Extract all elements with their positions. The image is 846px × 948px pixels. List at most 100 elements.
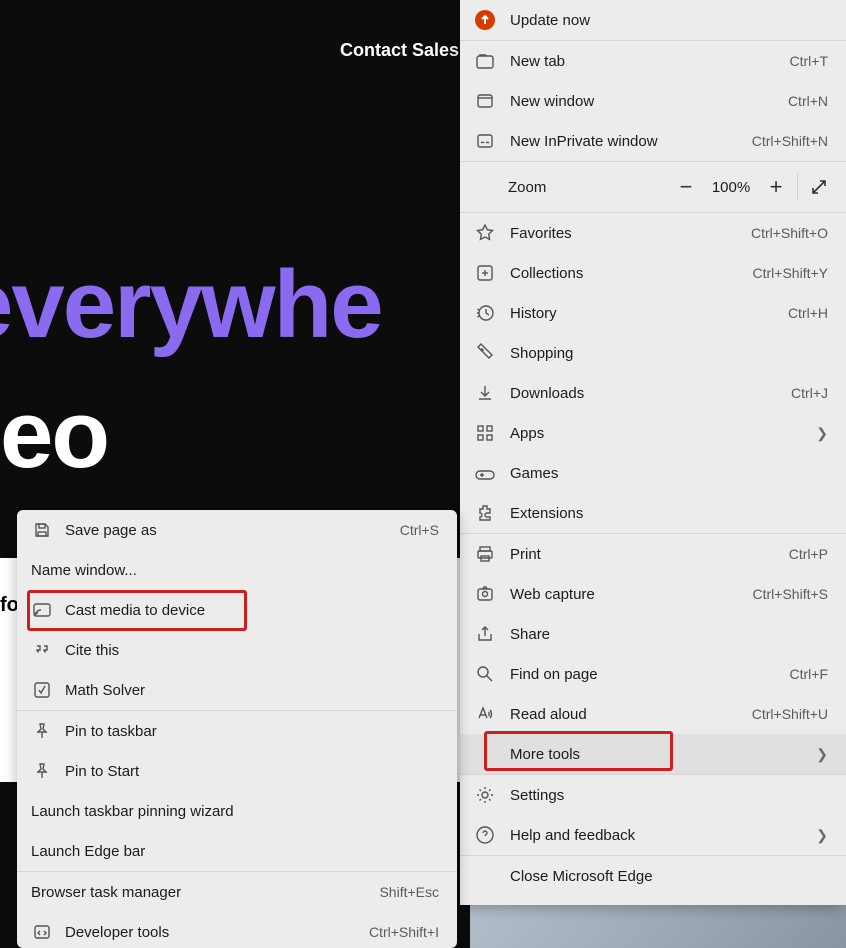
- menu-readaloud-label: Read aloud: [510, 706, 744, 723]
- submenu-namewin-label: Name window...: [31, 562, 439, 579]
- menu-print-label: Print: [510, 546, 781, 563]
- menu-apps[interactable]: Apps ❯: [460, 413, 846, 453]
- menu-more-tools-label: More tools: [510, 746, 808, 763]
- shortcut: Shift+Esc: [379, 884, 439, 900]
- menu-new-tab[interactable]: New tab Ctrl+T: [460, 41, 846, 81]
- menu-shopping[interactable]: Shopping: [460, 333, 846, 373]
- menu-close-label: Close Microsoft Edge: [510, 868, 828, 885]
- submenu-dev-label: Developer tools: [65, 924, 361, 941]
- shortcut: Ctrl+Shift+N: [752, 133, 828, 149]
- submenu-tm-label: Browser task manager: [31, 884, 371, 901]
- pin-icon: [31, 720, 53, 742]
- app-root: Contact Sales everywhe eo fo Update now …: [0, 0, 846, 948]
- menu-settings-label: Settings: [510, 787, 828, 804]
- shortcut: Ctrl+F: [790, 666, 829, 682]
- menu-read-aloud[interactable]: Read aloud Ctrl+Shift+U: [460, 694, 846, 734]
- read-aloud-icon: [474, 703, 496, 725]
- submenu-cite-this[interactable]: Cite this: [17, 630, 457, 670]
- menu-new-window[interactable]: New window Ctrl+N: [460, 81, 846, 121]
- submenu-name-window[interactable]: Name window...: [17, 550, 457, 590]
- menu-more-tools[interactable]: More tools ❯: [460, 734, 846, 774]
- menu-update-label: Update now: [510, 12, 828, 29]
- submenu-launch-taskbar-wizard[interactable]: Launch taskbar pinning wizard: [17, 791, 457, 831]
- apps-icon: [474, 422, 496, 444]
- print-icon: [474, 543, 496, 565]
- update-icon: [474, 9, 496, 31]
- cast-icon: [31, 599, 53, 621]
- zoom-in-button[interactable]: +: [759, 170, 793, 204]
- devtools-icon: [31, 921, 53, 943]
- menu-help-feedback[interactable]: Help and feedback ❯: [460, 815, 846, 855]
- submenu-cite-label: Cite this: [65, 642, 439, 659]
- submenu-cast-label: Cast media to device: [65, 602, 439, 619]
- shopping-icon: [474, 342, 496, 364]
- menu-update-now[interactable]: Update now: [460, 0, 846, 40]
- hero-word-2: eo: [0, 380, 108, 490]
- submenu-math-solver[interactable]: Math Solver: [17, 670, 457, 710]
- menu-find-on-page[interactable]: Find on page Ctrl+F: [460, 654, 846, 694]
- zoom-out-button[interactable]: −: [669, 170, 703, 204]
- submenu-cast-media[interactable]: Cast media to device: [17, 590, 457, 630]
- extensions-icon: [474, 502, 496, 524]
- cite-icon: [31, 639, 53, 661]
- contact-sales-link[interactable]: Contact Sales: [340, 40, 459, 61]
- inprivate-icon: [474, 130, 496, 152]
- menu-new-tab-label: New tab: [510, 53, 782, 70]
- save-icon: [31, 519, 53, 541]
- menu-settings[interactable]: Settings: [460, 775, 846, 815]
- menu-games-label: Games: [510, 465, 828, 482]
- menu-share[interactable]: Share: [460, 614, 846, 654]
- menu-extensions[interactable]: Extensions: [460, 493, 846, 533]
- shortcut: Ctrl+H: [788, 305, 828, 321]
- zoom-percent: 100%: [703, 179, 759, 196]
- chevron-right-icon: ❯: [816, 827, 828, 844]
- shortcut: Ctrl+Shift+O: [751, 225, 828, 241]
- submenu-task-manager[interactable]: Browser task manager Shift+Esc: [17, 872, 457, 912]
- shortcut: Ctrl+J: [791, 385, 828, 401]
- games-icon: [474, 462, 496, 484]
- submenu-pin-start[interactable]: Pin to Start: [17, 751, 457, 791]
- new-window-icon: [474, 90, 496, 112]
- fullscreen-button[interactable]: [802, 170, 836, 204]
- submenu-pin-st-label: Pin to Start: [65, 763, 439, 780]
- menu-collections[interactable]: Collections Ctrl+Shift+Y: [460, 253, 846, 293]
- browser-main-menu: Update now New tab Ctrl+T New window Ctr…: [460, 0, 846, 905]
- menu-downloads[interactable]: Downloads Ctrl+J: [460, 373, 846, 413]
- submenu-ltbw-label: Launch taskbar pinning wizard: [31, 803, 439, 820]
- shortcut: Ctrl+Shift+Y: [753, 265, 828, 281]
- pin-icon: [31, 760, 53, 782]
- menu-web-capture[interactable]: Web capture Ctrl+Shift+S: [460, 574, 846, 614]
- shortcut: Ctrl+S: [400, 522, 439, 538]
- menu-new-inprivate-label: New InPrivate window: [510, 133, 744, 150]
- menu-zoom-row: Zoom − 100% +: [460, 162, 846, 213]
- menu-history[interactable]: History Ctrl+H: [460, 293, 846, 333]
- submenu-pin-taskbar[interactable]: Pin to taskbar: [17, 711, 457, 751]
- shortcut: Ctrl+Shift+S: [753, 586, 828, 602]
- menu-new-window-label: New window: [510, 93, 780, 110]
- math-icon: [31, 679, 53, 701]
- menu-history-label: History: [510, 305, 780, 322]
- menu-favorites[interactable]: Favorites Ctrl+Shift+O: [460, 213, 846, 253]
- share-icon: [474, 623, 496, 645]
- menu-share-label: Share: [510, 626, 828, 643]
- menu-collections-label: Collections: [510, 265, 745, 282]
- find-icon: [474, 663, 496, 685]
- history-icon: [474, 302, 496, 324]
- menu-favorites-label: Favorites: [510, 225, 743, 242]
- blank-icon: [474, 865, 496, 887]
- collections-icon: [474, 262, 496, 284]
- submenu-save-page-as[interactable]: Save page as Ctrl+S: [17, 510, 457, 550]
- menu-print[interactable]: Print Ctrl+P: [460, 534, 846, 574]
- hero-word-1: everywhe: [0, 250, 382, 360]
- menu-close-edge[interactable]: Close Microsoft Edge: [460, 856, 846, 896]
- menu-extensions-label: Extensions: [510, 505, 828, 522]
- zoom-divider: [797, 174, 798, 200]
- menu-new-inprivate[interactable]: New InPrivate window Ctrl+Shift+N: [460, 121, 846, 161]
- submenu-developer-tools[interactable]: Developer tools Ctrl+Shift+I: [17, 912, 457, 948]
- menu-webcapture-label: Web capture: [510, 586, 745, 603]
- downloads-icon: [474, 382, 496, 404]
- menu-games[interactable]: Games: [460, 453, 846, 493]
- submenu-launch-edge-bar[interactable]: Launch Edge bar: [17, 831, 457, 871]
- submenu-leb-label: Launch Edge bar: [31, 843, 439, 860]
- settings-icon: [474, 784, 496, 806]
